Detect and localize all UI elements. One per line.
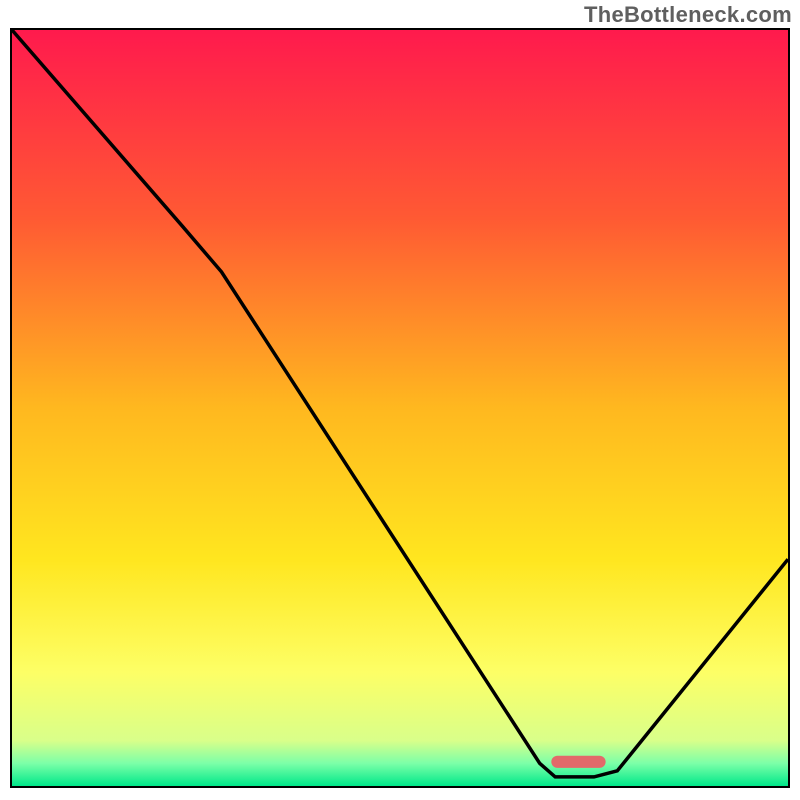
chart-svg — [12, 30, 788, 786]
chart-optimum-marker — [551, 756, 605, 768]
watermark-text: TheBottleneck.com — [584, 2, 792, 28]
chart-plot-area — [10, 28, 790, 788]
chart-background-gradient — [12, 30, 788, 786]
chart-container: TheBottleneck.com — [0, 0, 800, 800]
